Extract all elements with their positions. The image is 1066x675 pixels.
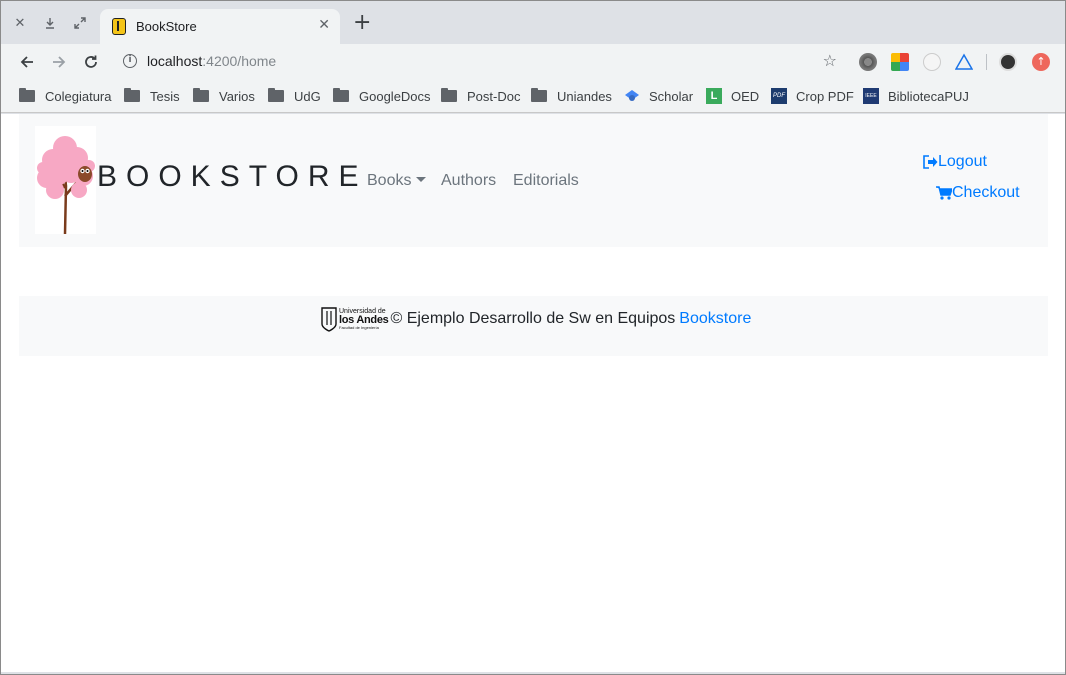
bookmark-scholar[interactable]: Scholar <box>624 87 693 105</box>
tab-strip: ✕ BookStore ✕ + <box>1 1 1065 44</box>
bookmark-oed[interactable]: L OED <box>706 87 759 105</box>
bookmark-colegiatura[interactable]: Colegiatura <box>19 87 112 105</box>
browser-window: ✕ BookStore ✕ + i localhost:4200/home ☆ <box>0 0 1066 675</box>
chevron-down-icon <box>416 177 427 182</box>
folder-icon <box>531 88 547 102</box>
bookmark-googledocs[interactable]: GoogleDocs <box>333 87 431 105</box>
folder-icon <box>441 88 457 102</box>
tree-logo-icon[interactable] <box>35 126 96 235</box>
bookmark-label: BibliotecaPUJ <box>888 88 969 104</box>
brand-title[interactable]: BOOKSTORE <box>97 160 368 194</box>
bookmark-label: Crop PDF <box>796 88 854 104</box>
tab-bookstore[interactable]: BookStore ✕ <box>100 9 340 44</box>
bookmark-uniandes[interactable]: Uniandes <box>531 87 612 105</box>
footer: Universidad de los Andes Facultad de Ing… <box>19 296 1048 356</box>
bookmarks-bar: Colegiatura Tesis Varios UdG GoogleDocs … <box>1 80 1065 113</box>
logout-link[interactable]: Logout <box>923 153 987 171</box>
new-tab-icon[interactable]: + <box>353 12 371 34</box>
bookmark-post-doc[interactable]: Post-Doc <box>441 87 520 105</box>
bookmark-label: Uniandes <box>557 88 612 104</box>
cart-icon <box>936 186 952 200</box>
browser-toolbar: i localhost:4200/home ☆ ↑ <box>1 44 1065 80</box>
url-path: :4200/home <box>202 53 277 69</box>
bookstore-favicon-icon <box>112 18 126 35</box>
address-bar[interactable]: i localhost:4200/home ☆ <box>113 48 847 76</box>
toolbar-separator <box>986 54 987 70</box>
bookmark-label: Post-Doc <box>467 88 521 104</box>
authors-link[interactable]: Authors <box>441 172 496 190</box>
books-label: Books <box>367 172 412 189</box>
url-text: localhost:4200/home <box>147 53 276 69</box>
logo-line-3: Facultad de Ingeniería <box>339 325 379 330</box>
logout-icon <box>923 155 938 169</box>
footer-bookstore-link[interactable]: Bookstore <box>679 310 751 328</box>
bookmark-label: GoogleDocs <box>359 88 431 104</box>
navbar: BOOKSTORE Books Authors Editorials Logou… <box>19 114 1048 247</box>
footer-content: Universidad de los Andes Facultad de Ing… <box>319 305 751 333</box>
extension-react-icon[interactable] <box>923 53 941 71</box>
url-host: localhost <box>147 53 203 69</box>
bookmark-star-icon[interactable]: ☆ <box>823 51 837 70</box>
back-icon[interactable] <box>16 51 38 73</box>
pdf-icon: PDF <box>771 88 787 104</box>
bookmark-label: OED <box>731 88 760 104</box>
page-viewport: BOOKSTORE Books Authors Editorials Logou… <box>1 114 1065 672</box>
folder-icon <box>124 88 140 102</box>
folder-icon <box>19 88 35 102</box>
bookmark-label: Colegiatura <box>45 88 112 104</box>
bookmark-label: Scholar <box>649 88 694 104</box>
site-info-icon[interactable]: i <box>123 54 137 68</box>
uniandes-seal-icon <box>321 307 337 332</box>
checkout-label: Checkout <box>952 184 1020 201</box>
checkout-link[interactable]: Checkout <box>936 184 1020 202</box>
books-dropdown[interactable]: Books <box>367 172 427 190</box>
bookmark-tesis[interactable]: Tesis <box>124 87 180 105</box>
bookmark-label: Varios <box>219 88 255 104</box>
extension-triangle-icon[interactable] <box>954 53 974 71</box>
folder-icon <box>268 88 284 102</box>
editorials-link[interactable]: Editorials <box>513 172 579 190</box>
bookmark-udg[interactable]: UdG <box>268 87 321 105</box>
extension-gear-icon[interactable] <box>859 53 877 71</box>
tab-title: BookStore <box>136 19 197 34</box>
bookmark-varios[interactable]: Varios <box>193 87 255 105</box>
ieee-icon: IEEE <box>863 88 879 104</box>
logout-label: Logout <box>938 153 987 170</box>
oed-icon: L <box>706 88 722 104</box>
profile-avatar[interactable] <box>999 53 1017 71</box>
uniandes-logo: Universidad de los Andes Facultad de Ing… <box>319 306 389 332</box>
bookmark-label: Tesis <box>150 88 180 104</box>
bookmark-crop-pdf[interactable]: PDF Crop PDF <box>771 87 854 105</box>
bookmark-bibliotecapuj[interactable]: IEEE BibliotecaPUJ <box>863 87 969 105</box>
maximize-window-icon[interactable] <box>70 13 90 33</box>
reload-icon[interactable] <box>80 51 102 73</box>
close-tab-icon[interactable]: ✕ <box>318 17 330 33</box>
minimize-window-icon[interactable] <box>40 13 60 33</box>
bookmark-label: UdG <box>294 88 321 104</box>
update-icon[interactable]: ↑ <box>1032 53 1050 71</box>
forward-icon[interactable] <box>48 51 70 73</box>
folder-icon <box>333 88 349 102</box>
footer-text: © Ejemplo Desarrollo de Sw en Equipos <box>390 310 676 327</box>
scholar-icon <box>625 90 639 101</box>
folder-icon <box>193 88 209 102</box>
close-window-icon[interactable]: ✕ <box>10 13 30 33</box>
extension-google-icon[interactable] <box>891 53 909 71</box>
